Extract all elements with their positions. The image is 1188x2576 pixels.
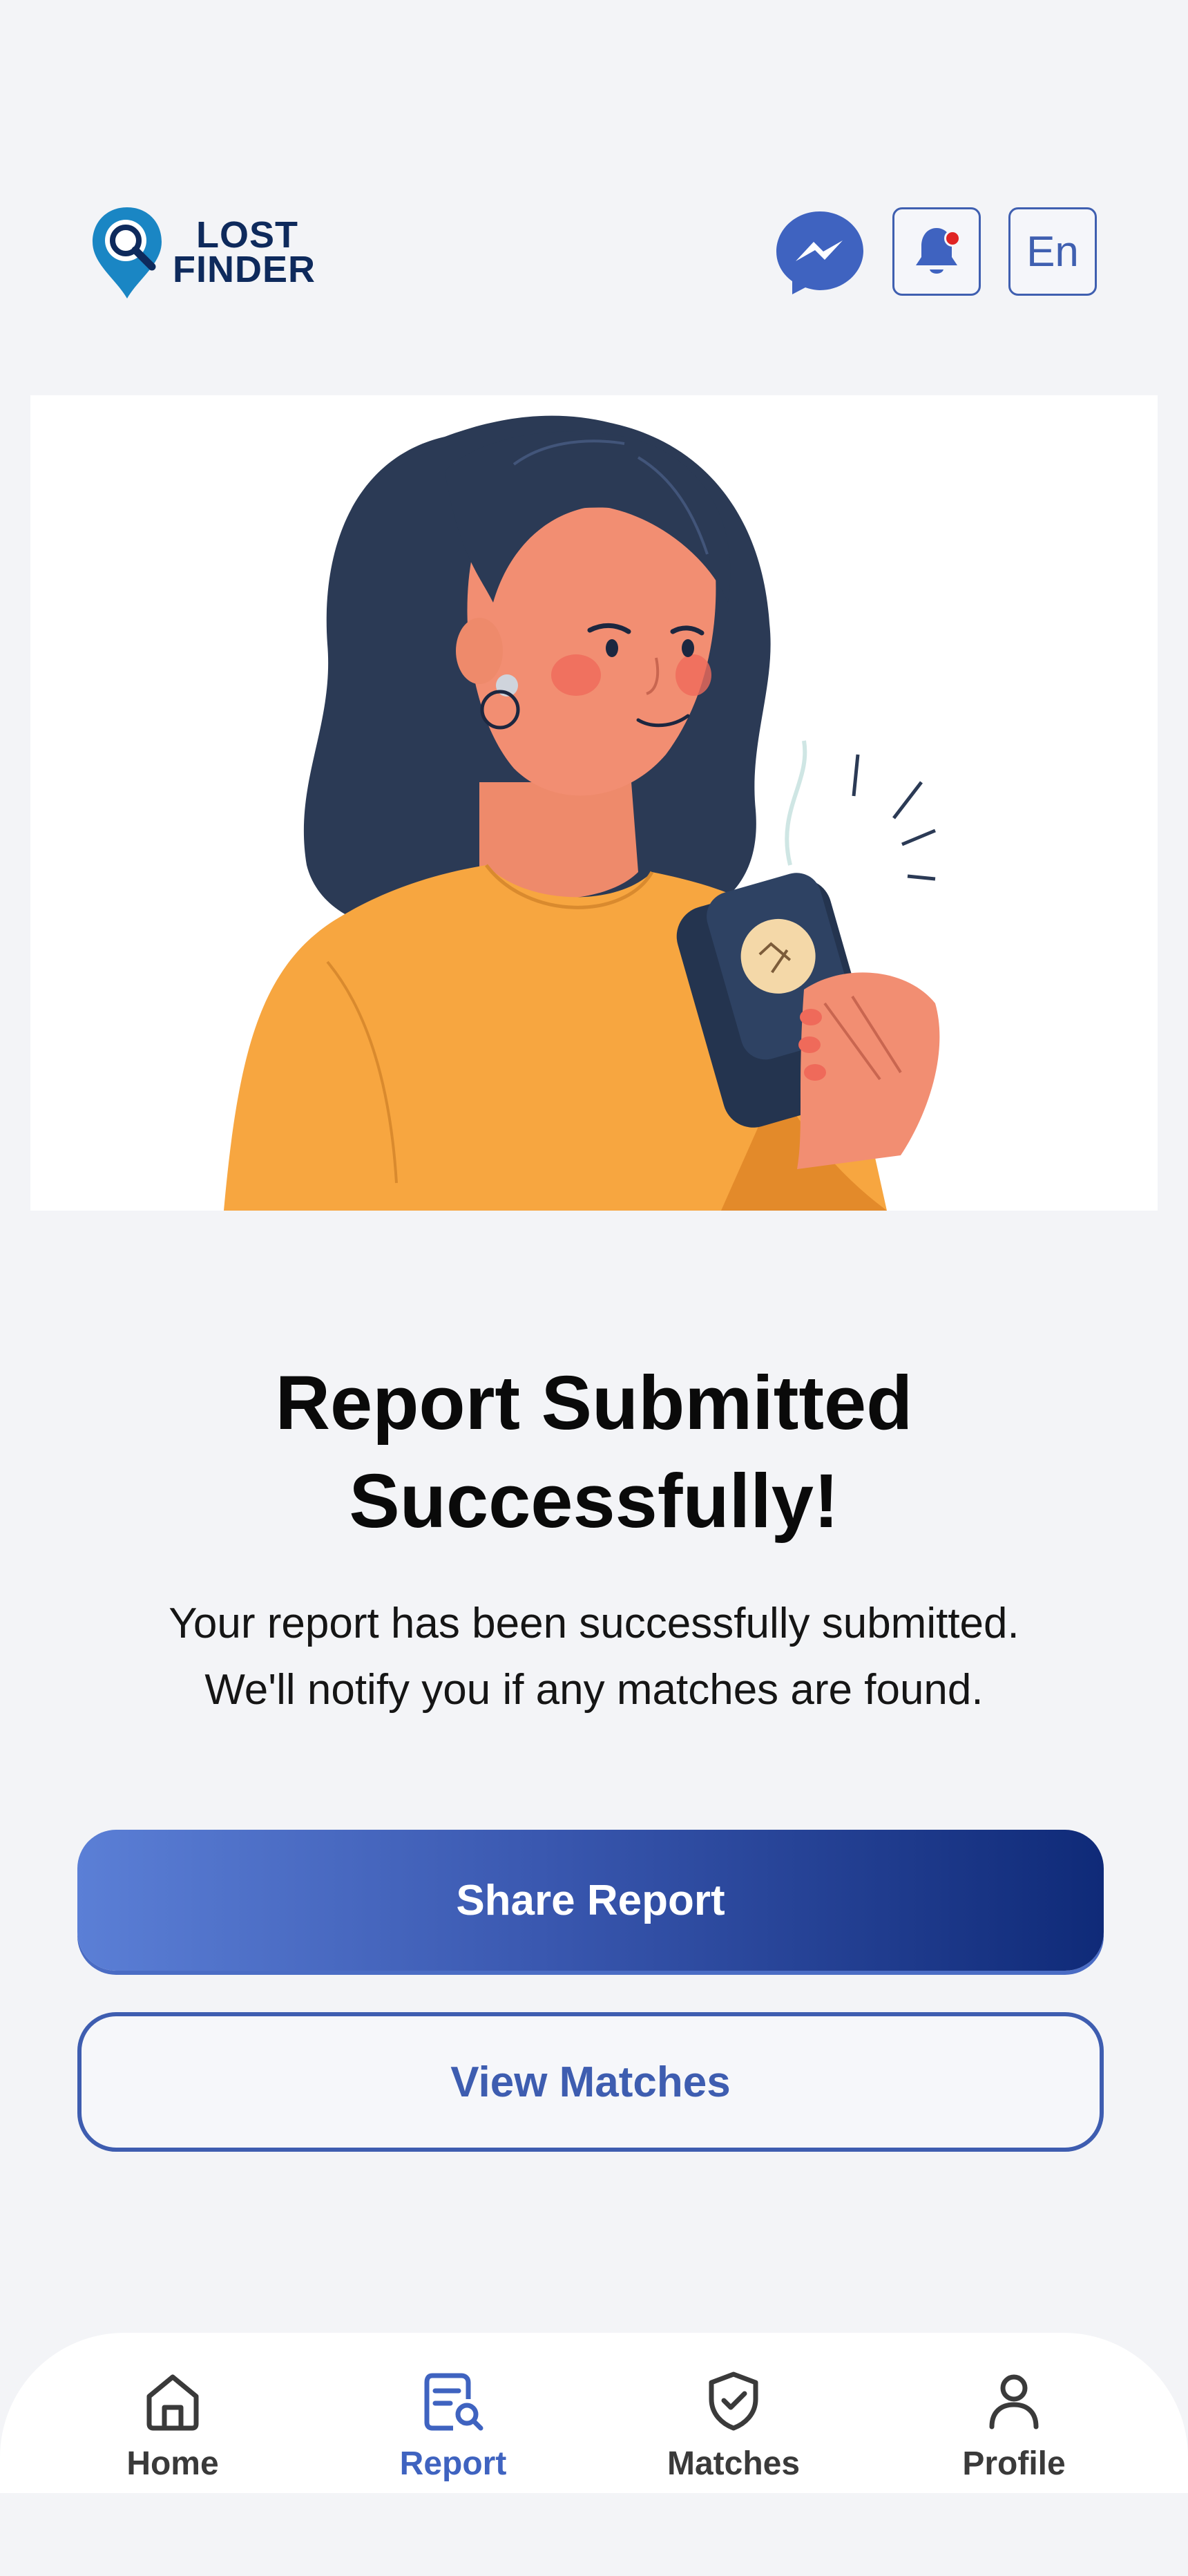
notification-dot bbox=[944, 230, 961, 247]
success-message-line-2: We'll notify you if any matches are foun… bbox=[204, 1666, 984, 1714]
share-report-button[interactable]: Share Report bbox=[77, 1830, 1104, 1971]
nav-item-profile[interactable]: Profile bbox=[910, 2369, 1118, 2493]
woman-holding-wallet-image bbox=[224, 415, 940, 1211]
success-illustration bbox=[30, 395, 1158, 1211]
notifications-button[interactable] bbox=[892, 207, 981, 296]
nav-item-home[interactable]: Home bbox=[69, 2369, 276, 2493]
shield-check-icon bbox=[709, 2371, 758, 2431]
logo-wordmark: LOST FINDER bbox=[173, 214, 316, 290]
logo-line-2: FINDER bbox=[173, 249, 316, 290]
report-icon bbox=[424, 2373, 483, 2431]
success-title-line-1: Report Submitted bbox=[275, 1361, 913, 1446]
app-header: LOST FINDER En bbox=[0, 0, 1188, 332]
nav-item-report[interactable]: Report bbox=[349, 2369, 557, 2493]
success-message: Your report has been successfully submit… bbox=[0, 1591, 1188, 1723]
messenger-icon bbox=[776, 211, 863, 294]
success-message-line-1: Your report has been successfully submit… bbox=[169, 1600, 1019, 1647]
success-title-line-2: Successfully! bbox=[349, 1459, 839, 1544]
nav-label-home: Home bbox=[126, 2445, 219, 2482]
home-icon bbox=[146, 2374, 199, 2431]
nav-label-profile: Profile bbox=[962, 2445, 1066, 2482]
nav-label-matches: Matches bbox=[667, 2445, 801, 2482]
language-button[interactable]: En bbox=[1008, 207, 1097, 296]
bottom-navigation: Home Report Matches Profile bbox=[0, 2333, 1188, 2493]
app-logo[interactable]: LOST FINDER bbox=[88, 205, 316, 301]
messenger-button[interactable] bbox=[774, 209, 866, 297]
logo-pin-icon bbox=[93, 207, 162, 299]
nav-item-matches[interactable]: Matches bbox=[630, 2369, 837, 2493]
nav-label-report: Report bbox=[399, 2445, 507, 2482]
logo-line-1: LOST bbox=[196, 214, 298, 256]
view-matches-button[interactable]: View Matches bbox=[77, 2012, 1104, 2152]
success-title: Report Submitted Successfully! bbox=[0, 1354, 1188, 1551]
user-icon bbox=[989, 2374, 1039, 2430]
